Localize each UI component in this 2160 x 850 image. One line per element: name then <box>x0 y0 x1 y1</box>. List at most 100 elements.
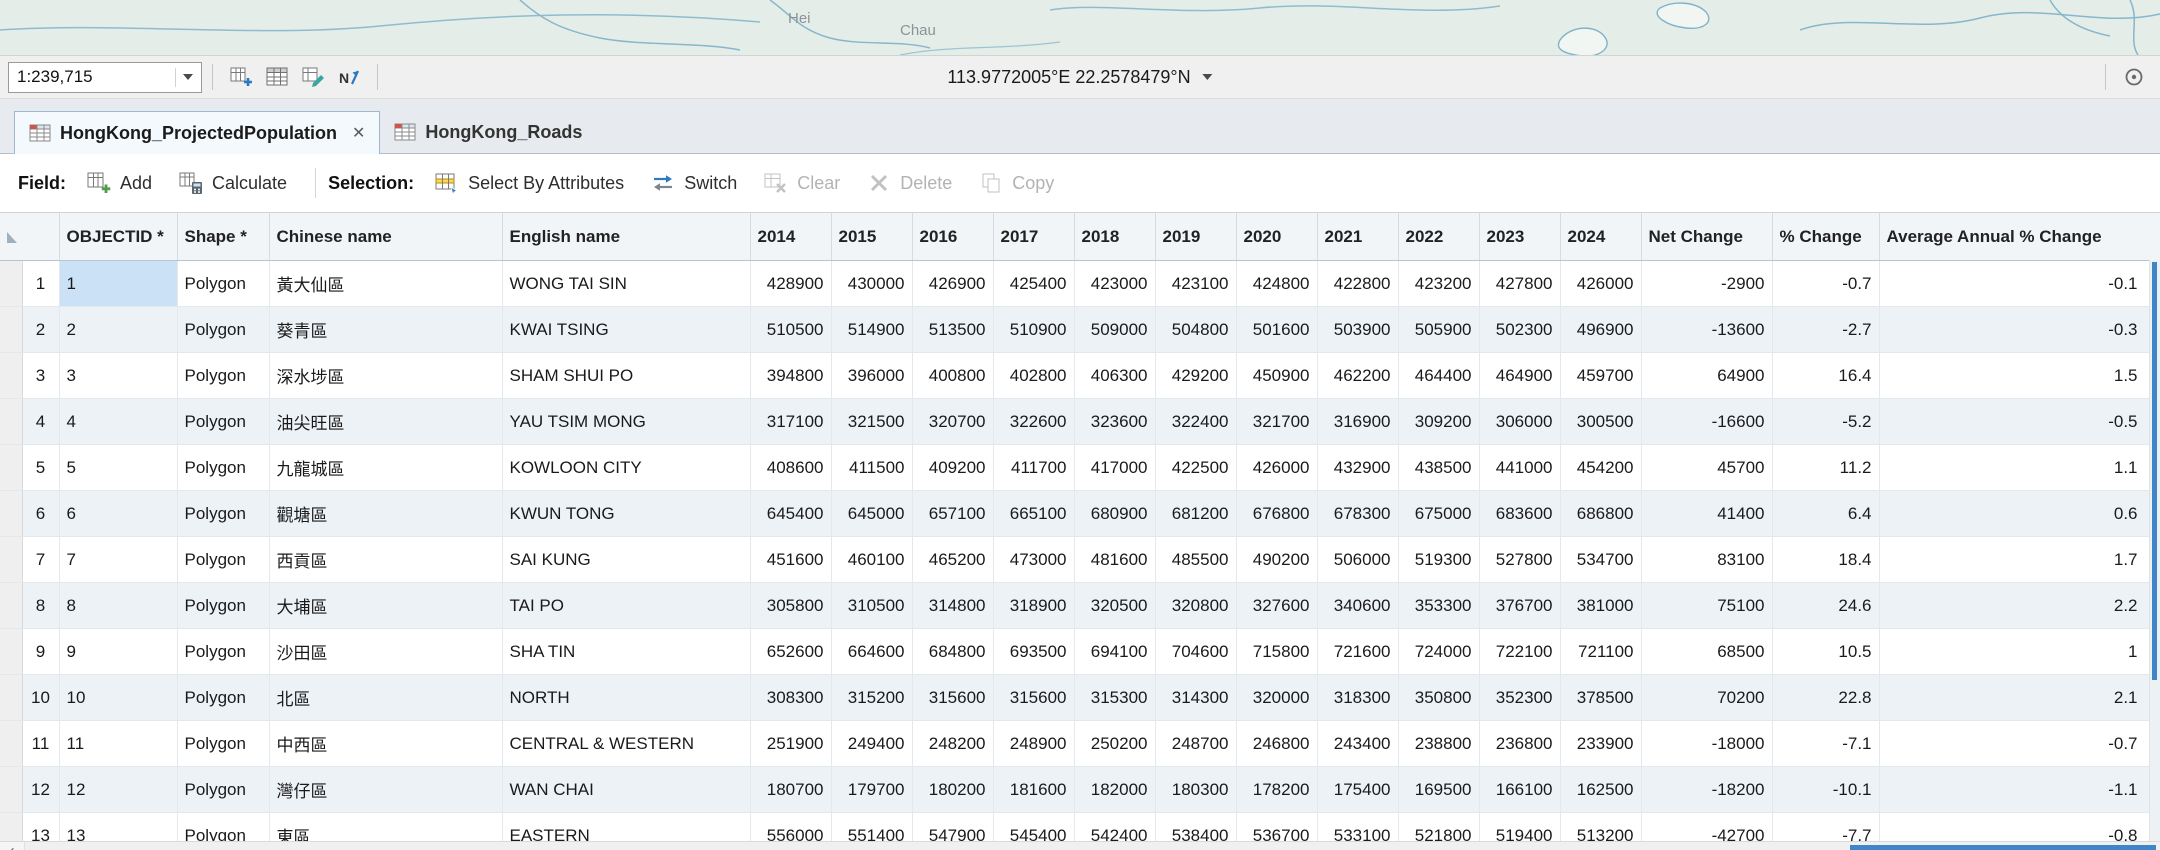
copy-button[interactable]: Copy <box>968 164 1064 202</box>
cell-chinese-name[interactable]: 葵青區 <box>269 307 502 353</box>
cell-english-name[interactable]: WAN CHAI <box>502 767 750 813</box>
row-selector[interactable] <box>0 491 22 537</box>
row-number[interactable]: 12 <box>22 767 59 813</box>
cell-y2020[interactable]: 246800 <box>1236 721 1317 767</box>
cell-y2018[interactable]: 481600 <box>1074 537 1155 583</box>
column-header-y2016[interactable]: 2016 <box>912 213 993 261</box>
cell-y2017[interactable]: 318900 <box>993 583 1074 629</box>
cell-y2020[interactable]: 490200 <box>1236 537 1317 583</box>
cell-y2015[interactable]: 514900 <box>831 307 912 353</box>
cell-y2018[interactable]: 423000 <box>1074 261 1155 307</box>
cell-y2017[interactable]: 402800 <box>993 353 1074 399</box>
cell-y2019[interactable]: 485500 <box>1155 537 1236 583</box>
cell-y2018[interactable]: 406300 <box>1074 353 1155 399</box>
cell-percent-change[interactable]: 22.8 <box>1772 675 1879 721</box>
cell-shape[interactable]: Polygon <box>177 767 269 813</box>
cell-chinese-name[interactable]: 大埔區 <box>269 583 502 629</box>
row-number[interactable]: 2 <box>22 307 59 353</box>
cell-shape[interactable]: Polygon <box>177 537 269 583</box>
cell-y2024[interactable]: 454200 <box>1560 445 1641 491</box>
cell-y2018[interactable]: 680900 <box>1074 491 1155 537</box>
row-number[interactable]: 9 <box>22 629 59 675</box>
cell-y2020[interactable]: 715800 <box>1236 629 1317 675</box>
cell-percent-change[interactable]: 18.4 <box>1772 537 1879 583</box>
cell-objectid[interactable]: 11 <box>59 721 177 767</box>
cell-y2019[interactable]: 248700 <box>1155 721 1236 767</box>
open-table-button[interactable] <box>261 61 293 93</box>
row-number[interactable]: 5 <box>22 445 59 491</box>
coordinates-dropdown[interactable]: 113.9772005°E 22.2578479°N <box>947 67 1212 88</box>
cell-shape[interactable]: Polygon <box>177 583 269 629</box>
cell-y2015[interactable]: 249400 <box>831 721 912 767</box>
cell-y2018[interactable]: 250200 <box>1074 721 1155 767</box>
cell-y2023[interactable]: 306000 <box>1479 399 1560 445</box>
cell-net-change[interactable]: -18000 <box>1641 721 1772 767</box>
cell-y2024[interactable]: 162500 <box>1560 767 1641 813</box>
cell-english-name[interactable]: WONG TAI SIN <box>502 261 750 307</box>
vertical-scrollbar-thumb[interactable] <box>2152 262 2157 680</box>
cell-y2017[interactable]: 181600 <box>993 767 1074 813</box>
cell-avg-annual-percent-change[interactable]: -0.3 <box>1879 307 2160 353</box>
cell-y2017[interactable]: 411700 <box>993 445 1074 491</box>
column-header-y2022[interactable]: 2022 <box>1398 213 1479 261</box>
column-header-y2015[interactable]: 2015 <box>831 213 912 261</box>
cell-percent-change[interactable]: -10.1 <box>1772 767 1879 813</box>
cell-y2022[interactable]: 423200 <box>1398 261 1479 307</box>
column-header-y2019[interactable]: 2019 <box>1155 213 1236 261</box>
cell-y2022[interactable]: 238800 <box>1398 721 1479 767</box>
column-header-y2023[interactable]: 2023 <box>1479 213 1560 261</box>
cell-y2016[interactable]: 400800 <box>912 353 993 399</box>
cell-y2023[interactable]: 236800 <box>1479 721 1560 767</box>
cell-avg-annual-percent-change[interactable]: 1.1 <box>1879 445 2160 491</box>
switch-selection-button[interactable]: Switch <box>640 164 747 202</box>
row-selector[interactable] <box>0 307 22 353</box>
cell-y2018[interactable]: 182000 <box>1074 767 1155 813</box>
cell-y2019[interactable]: 314300 <box>1155 675 1236 721</box>
row-number[interactable]: 4 <box>22 399 59 445</box>
row-selector[interactable] <box>0 767 22 813</box>
cell-y2020[interactable]: 178200 <box>1236 767 1317 813</box>
cell-y2014[interactable]: 317100 <box>750 399 831 445</box>
cell-y2024[interactable]: 721100 <box>1560 629 1641 675</box>
cell-y2021[interactable]: 318300 <box>1317 675 1398 721</box>
map-view[interactable]: HeiChau <box>0 0 2160 56</box>
cell-y2022[interactable]: 464400 <box>1398 353 1479 399</box>
cell-y2017[interactable]: 665100 <box>993 491 1074 537</box>
close-icon[interactable]: ✕ <box>352 123 365 143</box>
cell-y2020[interactable]: 426000 <box>1236 445 1317 491</box>
cell-chinese-name[interactable]: 黃大仙區 <box>269 261 502 307</box>
cell-english-name[interactable]: KOWLOON CITY <box>502 445 750 491</box>
delete-selection-button[interactable]: Delete <box>856 164 962 202</box>
cell-y2015[interactable]: 310500 <box>831 583 912 629</box>
cell-y2022[interactable]: 169500 <box>1398 767 1479 813</box>
cell-avg-annual-percent-change[interactable]: -0.1 <box>1879 261 2160 307</box>
cell-y2015[interactable]: 430000 <box>831 261 912 307</box>
locate-button[interactable] <box>2118 61 2150 93</box>
scale-input[interactable]: 1:239,715 <box>8 62 202 93</box>
cell-y2016[interactable]: 684800 <box>912 629 993 675</box>
cell-y2021[interactable]: 432900 <box>1317 445 1398 491</box>
cell-objectid[interactable]: 3 <box>59 353 177 399</box>
cell-y2023[interactable]: 722100 <box>1479 629 1560 675</box>
cell-y2016[interactable]: 248200 <box>912 721 993 767</box>
cell-shape[interactable]: Polygon <box>177 445 269 491</box>
cell-english-name[interactable]: KWAI TSING <box>502 307 750 353</box>
column-header-net-change[interactable]: Net Change <box>1641 213 1772 261</box>
cell-percent-change[interactable]: -2.7 <box>1772 307 1879 353</box>
column-header-percent-change[interactable]: % Change <box>1772 213 1879 261</box>
cell-net-change[interactable]: -2900 <box>1641 261 1772 307</box>
cell-y2021[interactable]: 175400 <box>1317 767 1398 813</box>
horizontal-scrollbar-thumb[interactable] <box>1850 845 2156 850</box>
cell-y2014[interactable]: 305800 <box>750 583 831 629</box>
row-number[interactable]: 7 <box>22 537 59 583</box>
cell-y2021[interactable]: 340600 <box>1317 583 1398 629</box>
row-selector[interactable] <box>0 537 22 583</box>
cell-y2019[interactable]: 704600 <box>1155 629 1236 675</box>
cell-y2024[interactable]: 459700 <box>1560 353 1641 399</box>
cell-chinese-name[interactable]: 油尖旺區 <box>269 399 502 445</box>
cell-avg-annual-percent-change[interactable]: -0.7 <box>1879 721 2160 767</box>
cell-net-change[interactable]: -13600 <box>1641 307 1772 353</box>
cell-english-name[interactable]: KWUN TONG <box>502 491 750 537</box>
calculate-field-button[interactable]: Calculate <box>168 164 297 202</box>
cell-objectid[interactable]: 12 <box>59 767 177 813</box>
